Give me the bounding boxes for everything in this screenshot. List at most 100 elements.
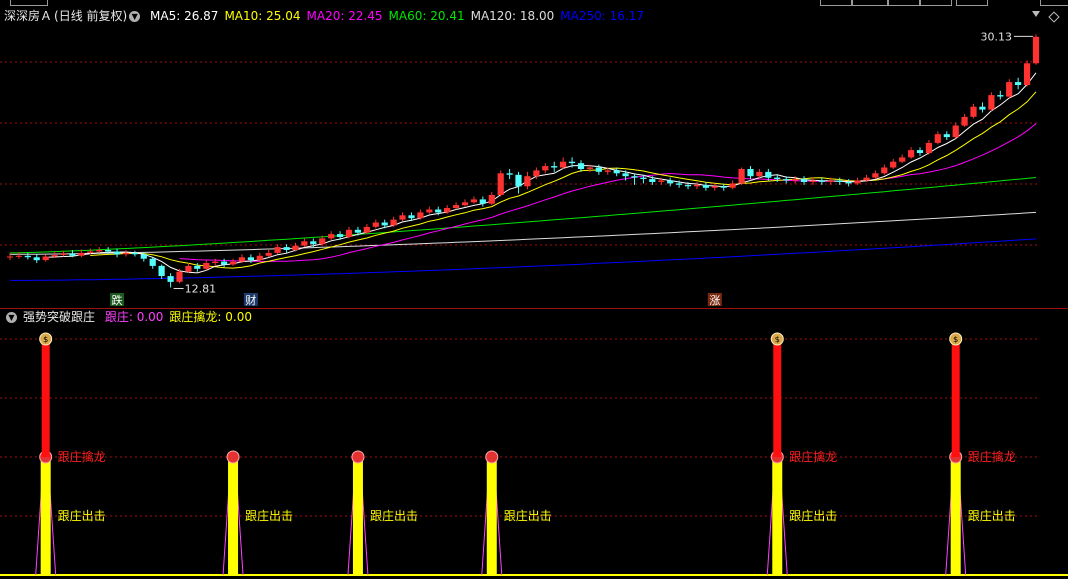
candle-body (265, 252, 272, 256)
candle-body (113, 251, 121, 255)
event-marker-label: 财 (245, 293, 256, 307)
candle-body (426, 209, 433, 213)
candle-body (622, 173, 629, 177)
candle-body (158, 265, 165, 276)
candle-body (1006, 82, 1013, 97)
candle-body (238, 257, 245, 262)
candle (872, 170, 879, 180)
candle (149, 257, 156, 269)
candle (113, 248, 121, 258)
candle-body (890, 161, 897, 168)
candle-body (818, 180, 825, 182)
candle-body (417, 212, 424, 219)
candle-body (533, 170, 540, 177)
candle (167, 273, 174, 288)
candle-body (15, 255, 22, 257)
money-bag-symbol: $ (775, 335, 780, 344)
signal-label-qinlong: 跟庄擒龙 (789, 449, 837, 464)
candle-body (328, 234, 335, 239)
candle-body (854, 180, 861, 184)
candle (916, 147, 924, 156)
candle-body (845, 182, 852, 184)
candle (488, 192, 495, 206)
candle-body (292, 245, 299, 250)
candle (738, 167, 745, 185)
candle-body (827, 180, 834, 182)
candle (524, 171, 531, 190)
candle (470, 196, 477, 204)
candle-body (140, 254, 147, 259)
candle-body (363, 226, 370, 233)
candle (203, 260, 210, 271)
candle-body (345, 229, 353, 237)
signal: 跟庄出击 (481, 450, 552, 576)
candle (96, 247, 103, 253)
candle (158, 264, 165, 279)
signal-label-chuji: 跟庄出击 (58, 508, 106, 523)
candle-body (952, 125, 959, 138)
candle-body (693, 184, 701, 187)
candle (890, 158, 897, 169)
candle-body (1024, 63, 1031, 85)
candle-body (756, 171, 763, 177)
signal-label-chuji: 跟庄出击 (370, 508, 418, 523)
event-marker-label: 跌 (112, 293, 123, 307)
candle-body (479, 199, 486, 204)
signal-yellow-bar (486, 457, 497, 575)
candle-body (194, 265, 201, 269)
candle (952, 122, 959, 139)
indicator-chart: $ 跟庄擒龙跟庄出击 跟庄出击 跟庄出击 跟庄出击 $ 跟庄擒龙跟庄出击 $ 跟庄擒龙跟庄出击 (0, 332, 1068, 576)
candle-body (988, 95, 995, 110)
low-price-label: 12.81 (185, 283, 217, 296)
candle-body (667, 180, 674, 184)
candle-body (515, 174, 522, 187)
candle-body (337, 234, 344, 237)
signal-label-chuji: 跟庄出击 (789, 508, 837, 523)
candle-body (979, 106, 986, 110)
candle-body (167, 276, 174, 282)
candle (577, 160, 585, 172)
candle-body (836, 180, 843, 182)
event-marker-label: 涨 (709, 294, 720, 307)
candle (33, 254, 40, 264)
money-bag-symbol: $ (953, 335, 958, 344)
candle-body (881, 167, 888, 174)
candle-body (33, 257, 40, 261)
candle-body (372, 222, 379, 227)
candle-body (247, 257, 254, 261)
candle (908, 147, 915, 159)
candlestick-chart: 30.13 12.81 跌 财 涨 (0, 30, 1040, 307)
candle (42, 254, 49, 262)
candle (301, 238, 308, 248)
candle-body (354, 229, 361, 233)
candle (1006, 79, 1013, 99)
candle-body (774, 177, 781, 179)
candle-body (765, 171, 772, 178)
candle-body (60, 253, 67, 255)
high-price-label: 30.13 (981, 30, 1013, 43)
candle-body (568, 161, 576, 164)
candle-body (658, 180, 665, 182)
candle-body (551, 166, 558, 168)
candle-body (595, 167, 602, 172)
signal-yellow-bar (228, 457, 239, 575)
candle-body (149, 258, 156, 266)
candle (934, 131, 941, 145)
gem-icon (485, 450, 499, 464)
candle (185, 263, 192, 274)
candle-body (738, 169, 745, 184)
candle (372, 219, 379, 229)
candle (551, 161, 558, 172)
candle-body (800, 179, 808, 182)
gem-icon (226, 450, 240, 464)
candle (1015, 77, 1022, 90)
ma20-line (179, 123, 1037, 263)
candle (265, 250, 272, 258)
candle-body (444, 208, 451, 213)
candle-body (390, 219, 397, 226)
signal-yellow-bar (950, 457, 961, 575)
candle-body (506, 173, 513, 175)
candle-body (863, 177, 870, 181)
candle (560, 157, 567, 169)
candle-body (640, 177, 647, 179)
